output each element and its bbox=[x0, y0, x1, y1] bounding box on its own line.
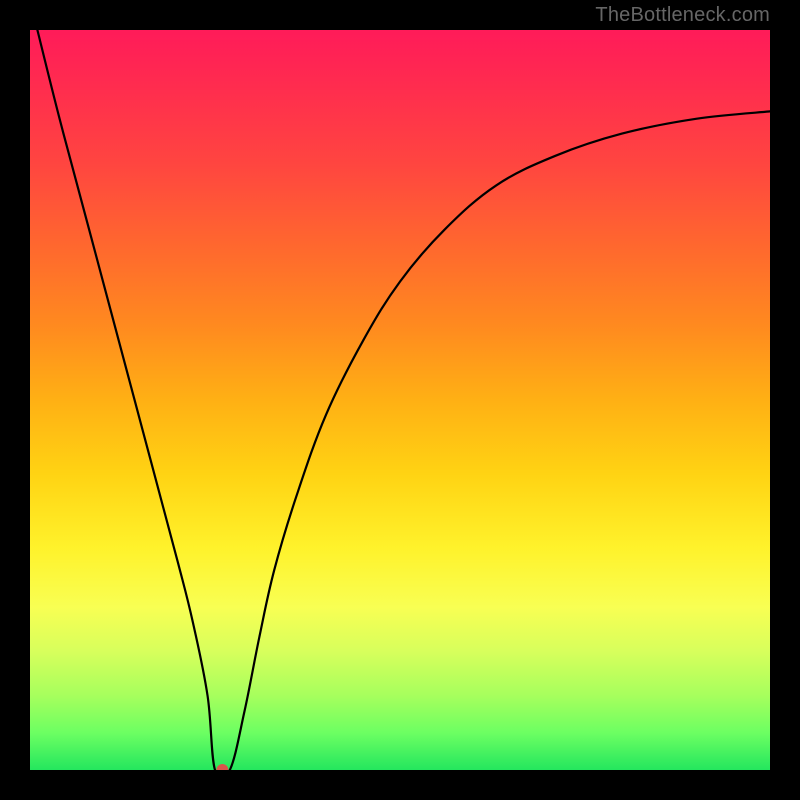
plot-area bbox=[30, 30, 770, 770]
watermark-text: TheBottleneck.com bbox=[595, 4, 770, 27]
minimum-marker bbox=[216, 764, 228, 770]
curve-svg bbox=[30, 30, 770, 770]
bottleneck-curve bbox=[37, 30, 770, 770]
chart-frame: TheBottleneck.com bbox=[0, 0, 800, 800]
